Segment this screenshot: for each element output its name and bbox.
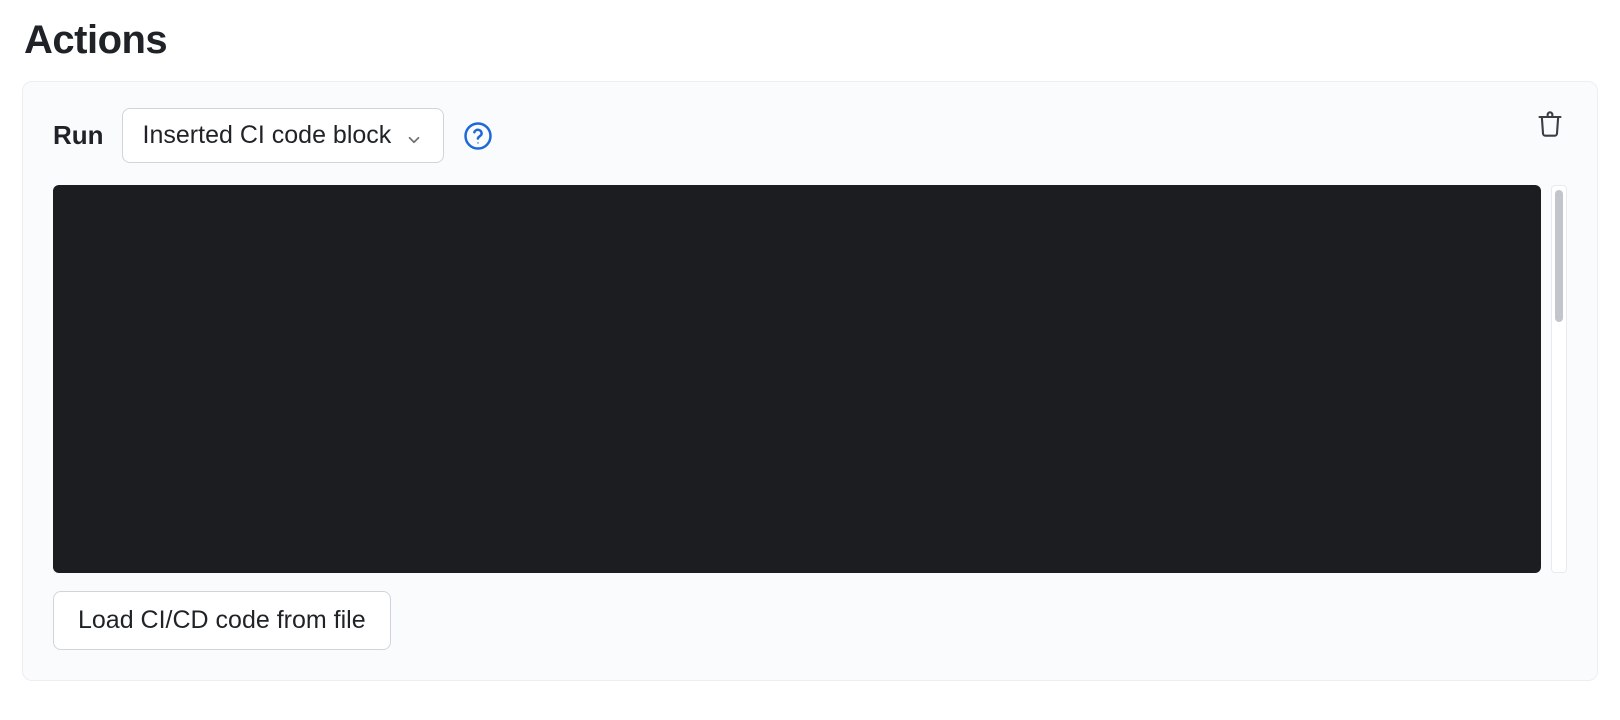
page-title: Actions bbox=[24, 18, 1598, 63]
action-type-dropdown[interactable]: Inserted CI code block bbox=[122, 108, 445, 163]
chevron-down-icon bbox=[405, 127, 423, 145]
action-type-selected: Inserted CI code block bbox=[143, 121, 392, 150]
help-icon[interactable] bbox=[462, 120, 494, 152]
load-ci-code-button[interactable]: Load CI/CD code from file bbox=[53, 591, 391, 650]
action-card: Run Inserted CI code block bbox=[22, 81, 1598, 681]
trash-icon bbox=[1536, 110, 1564, 141]
code-editor[interactable] bbox=[53, 185, 1541, 573]
run-label: Run bbox=[53, 120, 104, 151]
editor-scrollbar-thumb[interactable] bbox=[1555, 190, 1563, 322]
code-editor-wrap bbox=[53, 185, 1567, 573]
action-header-row: Run Inserted CI code block bbox=[53, 108, 1567, 163]
delete-action-button[interactable] bbox=[1533, 108, 1567, 142]
editor-scrollbar[interactable] bbox=[1551, 185, 1567, 573]
